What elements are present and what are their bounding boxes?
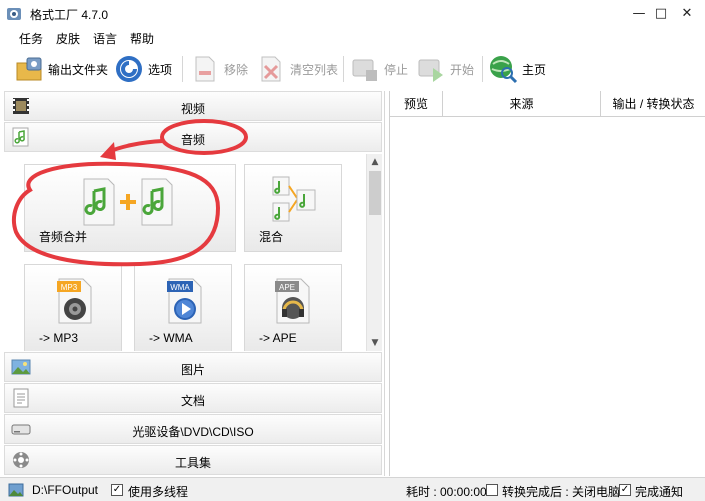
notify-label: 完成通知 [635,485,684,499]
close-button[interactable]: ✕ [676,4,698,24]
tile-to-ape[interactable]: APE -> APE [244,264,342,351]
menu-task[interactable]: 任务 [19,30,43,47]
tile-audio-merge-label: 音频合并 [39,230,88,244]
menu-help[interactable]: 帮助 [130,30,154,47]
folder-icon [16,57,42,81]
category-video-label: 视频 [180,102,205,116]
elapsed-time: 耗时 : 00:00:00 [406,485,487,499]
ape-badge: APE [279,283,295,292]
options-button[interactable]: 选项 [114,52,172,86]
toolbar-separator [182,56,183,82]
home-button[interactable]: 主页 [488,52,546,86]
tile-to-wma-label: -> WMA [149,331,193,345]
wma-player-icon: WMA [167,278,202,324]
tile-audio-mix[interactable]: 混合 [244,164,342,252]
wma-badge: WMA [170,283,190,292]
minimize-button[interactable]: — [628,4,650,24]
category-picture-label: 图片 [180,363,205,377]
task-list-panel: 预览 来源 输出 / 转换状态 [389,91,705,476]
tile-to-mp3-label: -> MP3 [39,331,79,345]
window-title: 格式工厂 4.7.0 [30,8,109,22]
column-preview[interactable]: 预览 [390,91,443,117]
remove-icon [195,56,215,82]
category-audio[interactable]: 音频 [4,122,382,152]
toolbar-separator [482,56,483,82]
maximize-button[interactable]: □ [650,4,672,24]
scroll-down-arrow-icon[interactable]: ▼ [367,335,383,351]
output-folder-button[interactable]: 输出文件夹 [14,52,108,86]
tile-grid-scrollbar[interactable]: ▲ ▼ [366,154,382,351]
multithread-checkbox[interactable]: ✓ [111,484,123,496]
tile-to-mp3[interactable]: MP3 -> MP3 [24,264,122,351]
tile-to-ape-label: -> APE [259,331,297,345]
ape-headphones-icon: APE [275,278,310,324]
menu-bar: 任务 皮肤 语言 帮助 [0,28,705,48]
options-gear-icon [116,56,142,82]
start-icon [418,59,443,82]
menu-skin[interactable]: 皮肤 [56,30,80,47]
multithread-label: 使用多线程 [128,485,189,499]
notify-checkbox[interactable]: ✓ [619,484,631,496]
scroll-thumb[interactable] [369,171,381,215]
stop-button[interactable]: 停止 [350,52,408,86]
clear-list-button[interactable]: 清空列表 [256,52,338,86]
audio-merge-icon [83,178,173,226]
category-tools[interactable]: 工具集 [4,445,382,475]
toolbar-separator [343,56,344,82]
status-bar: D:\FFOutput ✓ 使用多线程 耗时 : 00:00:00 转换完成后 … [0,477,705,501]
column-output-status[interactable]: 输出 / 转换状态 [601,91,705,117]
clear-list-icon [261,56,281,82]
menu-language[interactable]: 语言 [93,30,117,47]
category-document[interactable]: 文档 [4,383,382,413]
category-rom-label: 光驱设备\DVD\CD\ISO [132,425,254,439]
folder-image-icon [8,483,24,497]
column-source[interactable]: 来源 [443,91,601,117]
shutdown-after-checkbox[interactable] [486,484,498,496]
app-icon [7,8,21,20]
title-bar: 格式工厂 4.7.0 — □ ✕ [0,0,705,28]
audio-mix-icon [272,176,316,222]
tile-to-wma[interactable]: WMA -> WMA [134,264,232,351]
stop-icon [352,59,377,81]
category-picture[interactable]: 图片 [4,352,382,382]
category-document-label: 文档 [180,394,205,408]
tile-audio-mix-label: 混合 [259,230,284,244]
after-convert-label: 转换完成后 : 关闭电脑 [502,485,621,499]
category-audio-label: 音频 [180,133,205,147]
scroll-up-arrow-icon[interactable]: ▲ [367,154,383,170]
category-tools-label: 工具集 [174,456,211,470]
category-rom-device[interactable]: 光驱设备\DVD\CD\ISO [4,414,382,444]
mp3-speaker-icon: MP3 [57,278,92,324]
home-globe-icon [490,56,518,84]
toolbar: 输出文件夹 选项 移除 清空列表 停止 开始 主页 [0,48,705,90]
audio-function-grid: 音频合并 混合 MP3 -> MP3 WMA -> WMA APE -> APE [4,164,364,351]
category-video[interactable]: 视频 [4,91,382,121]
tile-audio-merge[interactable]: 音频合并 [24,164,236,252]
remove-button[interactable]: 移除 [190,52,248,86]
output-path[interactable]: D:\FFOutput [32,483,98,497]
mp3-badge: MP3 [61,283,78,292]
start-button[interactable]: 开始 [416,52,474,86]
